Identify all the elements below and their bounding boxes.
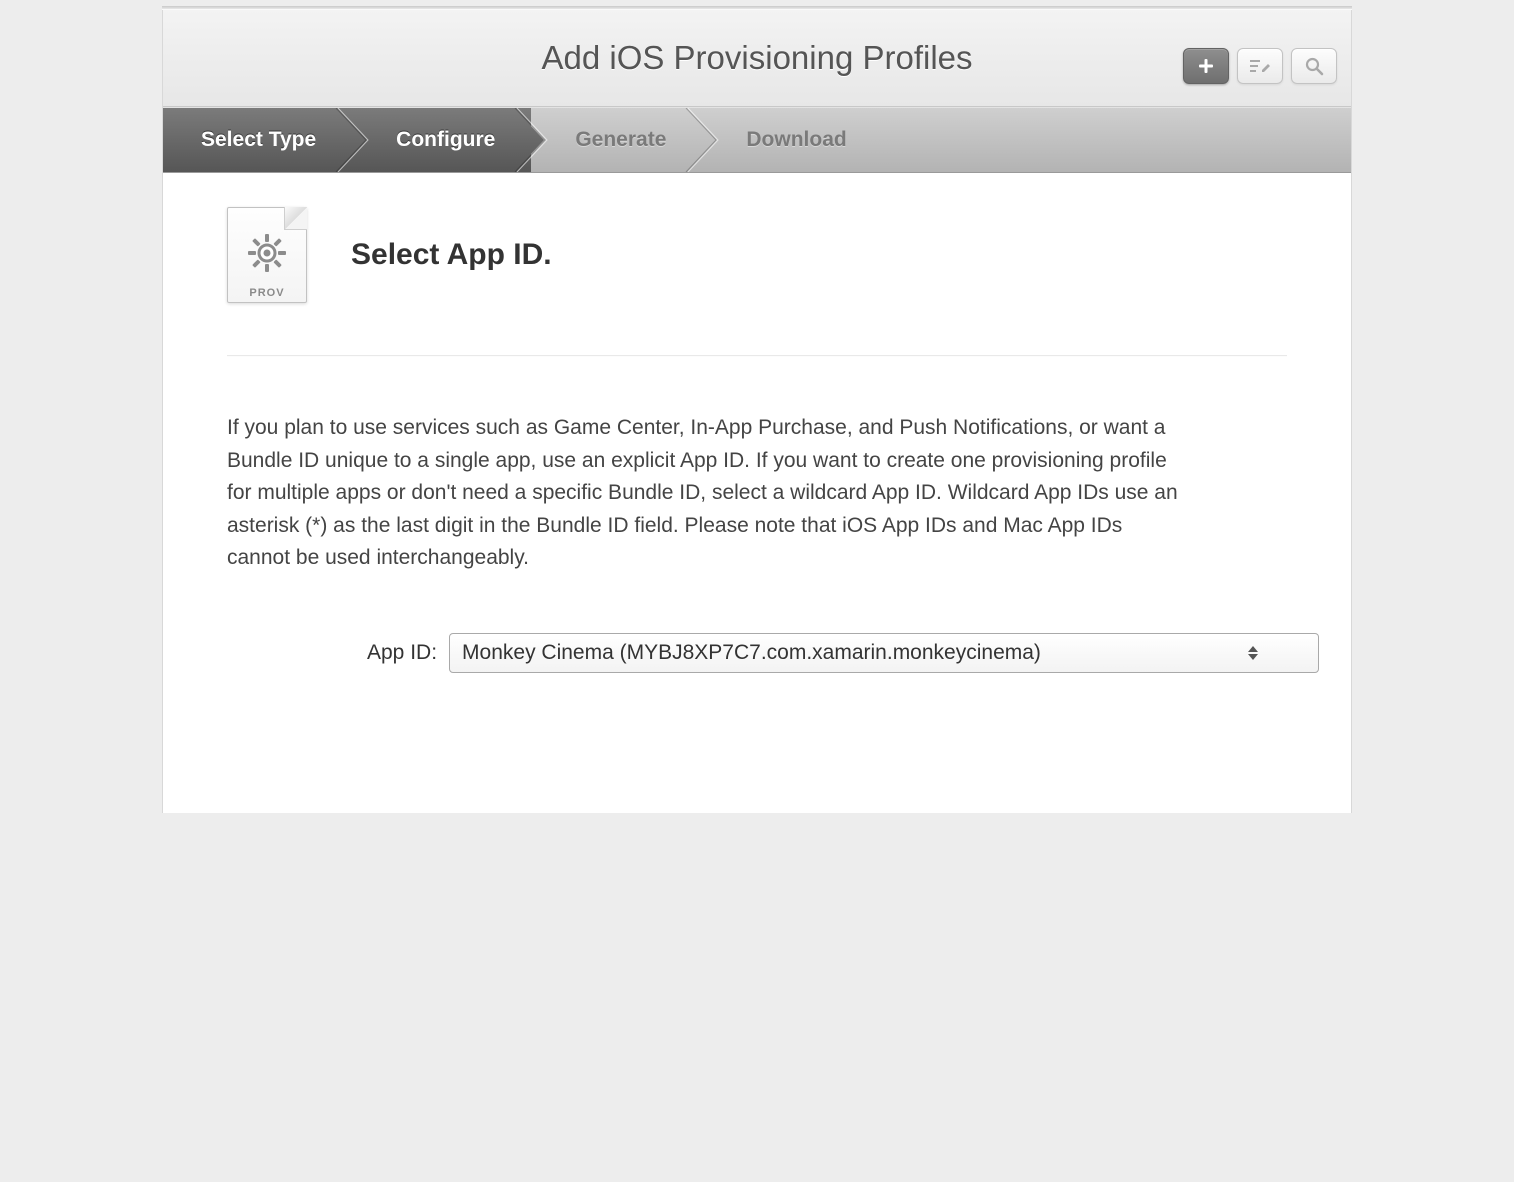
step-breadcrumb: Select Type Configure Generate xyxy=(163,107,1351,173)
step-label: Configure xyxy=(352,128,531,152)
header-tools xyxy=(1183,48,1337,84)
search-button[interactable] xyxy=(1291,48,1337,84)
content-card: PROV Select App ID. If you plan to use s… xyxy=(163,173,1351,813)
step-label: Download xyxy=(702,128,882,152)
step-label: Select Type xyxy=(163,128,352,152)
edit-button[interactable] xyxy=(1237,48,1283,84)
add-button[interactable] xyxy=(1183,48,1229,84)
icon-caption: PROV xyxy=(227,287,307,299)
step-select-type[interactable]: Select Type xyxy=(163,108,352,172)
page-title: Add iOS Provisioning Profiles xyxy=(163,10,1351,106)
step-download[interactable]: Download xyxy=(702,108,882,172)
page-header: Add iOS Provisioning Profiles xyxy=(163,10,1351,107)
gear-icon xyxy=(245,231,289,275)
app-id-row: App ID: Monkey Cinema (MYBJ8XP7C7.com.xa… xyxy=(227,633,1287,673)
app-id-label: App ID: xyxy=(367,641,437,665)
step-label: Generate xyxy=(531,128,702,152)
step-generate[interactable]: Generate xyxy=(531,108,702,172)
provisioning-profile-icon: PROV xyxy=(227,207,307,303)
section-title: Select App ID. xyxy=(351,238,552,272)
search-icon xyxy=(1304,56,1324,76)
section-header: PROV Select App ID. xyxy=(227,201,1287,356)
edit-list-icon xyxy=(1249,58,1271,74)
section-description: If you plan to use services such as Game… xyxy=(227,412,1187,575)
app-id-select[interactable]: Monkey Cinema (MYBJ8XP7C7.com.xamarin.mo… xyxy=(449,633,1319,673)
step-configure[interactable]: Configure xyxy=(352,108,531,172)
plus-icon xyxy=(1197,57,1215,75)
